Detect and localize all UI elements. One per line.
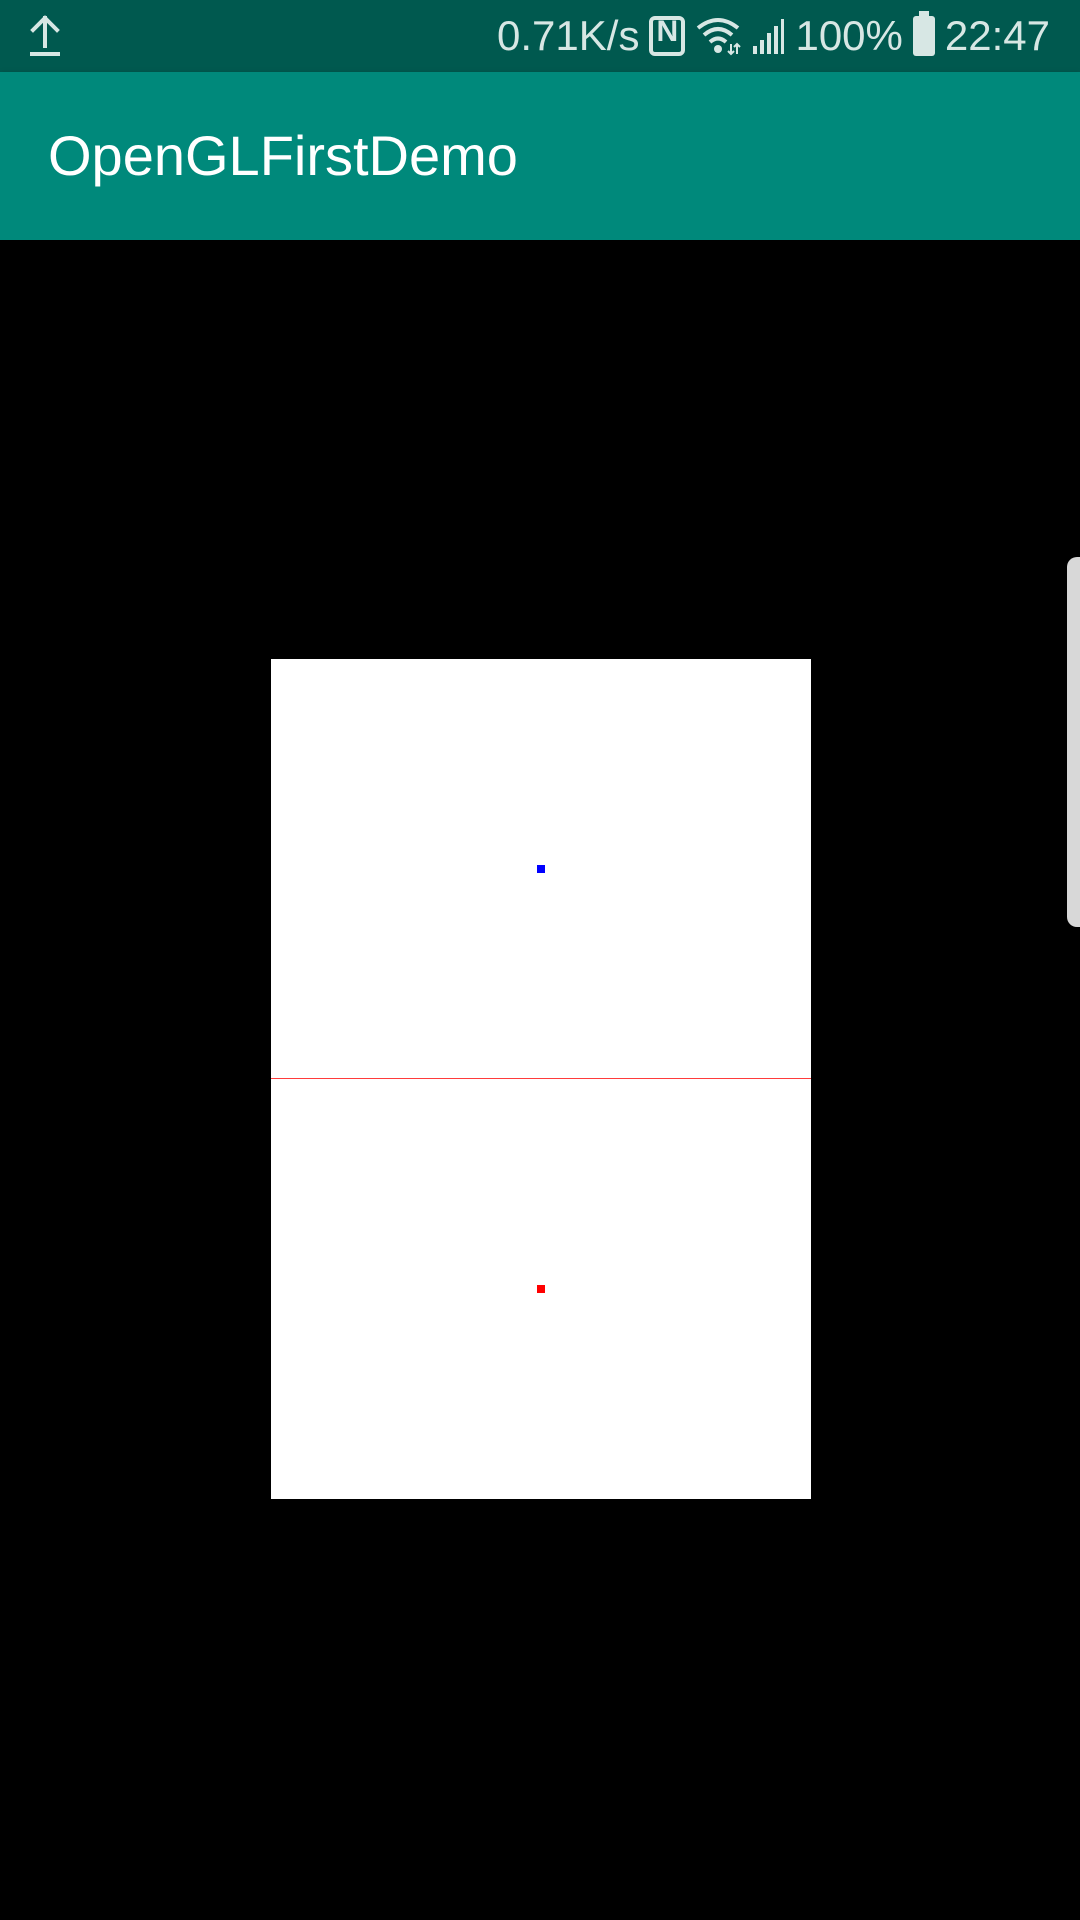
upload-icon [30,15,60,56]
battery-percent: 100% [795,12,903,59]
battery-icon [912,11,935,56]
status-icons: 0.71K/s 100% 22:47 [497,0,1050,72]
clock: 22:47 [944,12,1050,59]
gl-content-area[interactable] [0,240,1080,1920]
edge-panel-handle[interactable] [1067,557,1080,927]
gl-horizontal-line [271,1078,811,1079]
gl-surface[interactable] [271,659,811,1499]
gl-point-bottom [537,1285,545,1293]
app-bar: OpenGLFirstDemo [0,72,1080,240]
gl-point-top [537,865,545,873]
app-title: OpenGLFirstDemo [48,124,518,187]
status-bar: 0.71K/s 100% 22:47 [0,0,1080,72]
signal-icon [753,19,785,54]
wifi-icon [697,18,742,56]
nfc-icon [649,15,686,56]
net-speed: 0.71K/s [497,12,640,59]
